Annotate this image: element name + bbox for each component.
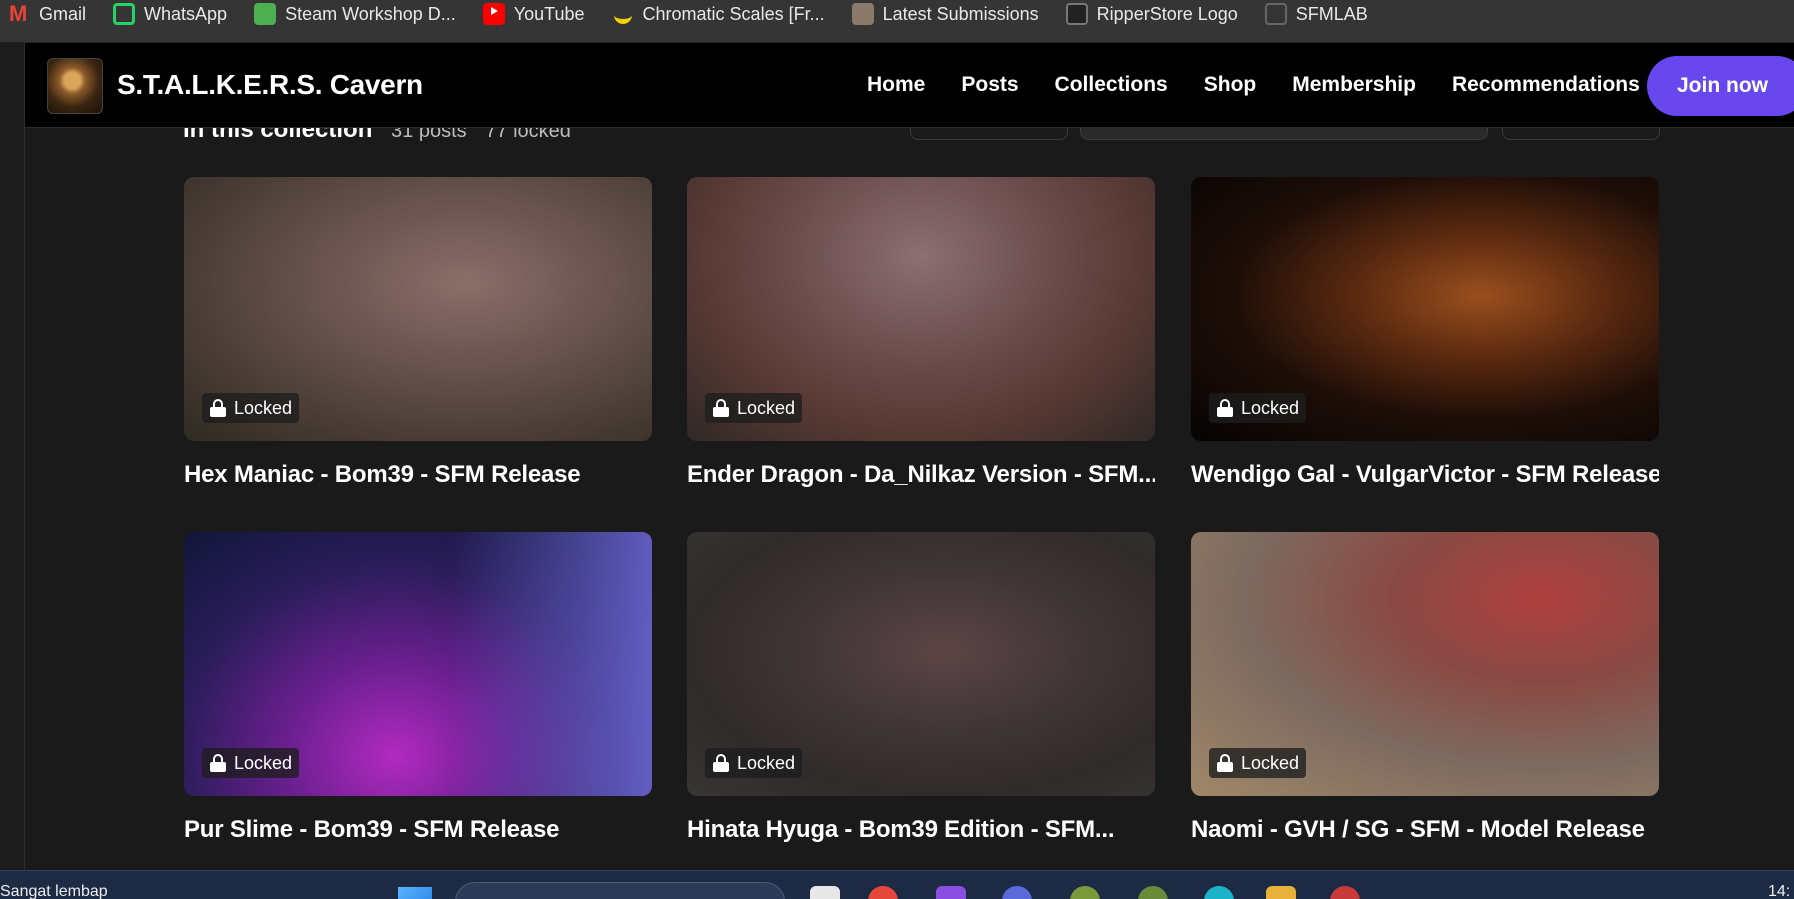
lock-icon [210,754,226,772]
youtube-icon [482,3,505,25]
site-logo[interactable] [47,58,103,114]
nav-collections[interactable]: Collections [1055,73,1168,97]
windows-taskbar: Sangat lembap 14: [0,870,1794,899]
post-thumbnail[interactable]: Locked [1191,532,1659,796]
taskbar-app-icon[interactable] [1138,886,1168,899]
taskbar-clock[interactable]: 14: [1768,883,1790,899]
nav-home[interactable]: Home [867,73,925,97]
file-explorer-icon[interactable] [1266,886,1296,899]
post-title[interactable]: Hex Maniac - Bom39 - SFM Release [184,461,652,489]
bookmark-label: WhatsApp [144,3,228,24]
locked-label: Locked [737,397,796,418]
steam-icon [254,3,277,25]
bookmark-youtube[interactable]: YouTube [482,3,585,25]
bookmark-label: Chromatic Scales [Fr... [642,3,825,24]
left-frame [0,43,25,870]
post-card[interactable]: Locked Hex Maniac - Bom39 - SFM Release [184,177,652,489]
locked-badge: Locked [1209,393,1307,423]
gmail-icon [8,1,30,27]
main-nav: Home Posts Collections Shop Membership R… [867,73,1676,97]
post-thumbnail[interactable]: Locked [687,177,1155,441]
sort-dropdown[interactable] [910,128,1068,140]
sfmlab-icon [1264,3,1287,25]
locked-badge: Locked [705,393,803,423]
lock-icon [713,754,729,772]
lock-icon [713,399,729,417]
locked-badge: Locked [202,748,300,778]
taskbar-app-icon[interactable] [1070,886,1100,899]
nav-shop[interactable]: Shop [1204,73,1257,97]
post-card[interactable]: Locked Wendigo Gal - VulgarVictor - SFM … [1191,177,1659,489]
windows-start-icon[interactable] [398,887,432,899]
post-title[interactable]: Naomi - GVH / SG - SFM - Model Release [1191,816,1659,844]
site-header: S.T.A.L.K.E.R.S. Cavern Home Posts Colle… [25,43,1794,128]
collection-posts-count: 31 posts [391,128,467,142]
bookmark-label: Steam Workshop D... [285,3,456,24]
bookmark-steam-workshop[interactable]: Steam Workshop D... [254,3,456,25]
post-thumbnail[interactable]: Locked [184,532,652,796]
nav-recommendations[interactable]: Recommendations [1452,73,1640,97]
lock-icon [1217,754,1233,772]
post-card[interactable]: Locked Hinata Hyuga - Bom39 Edition - SF… [687,532,1155,844]
lock-icon [210,399,226,417]
post-title[interactable]: Hinata Hyuga - Bom39 Edition - SFM... [687,816,1155,844]
join-now-button[interactable]: Join now [1647,56,1794,116]
banana-icon [612,3,634,25]
bookmark-label: SFMLAB [1295,3,1368,24]
bookmark-label: Gmail [39,3,87,24]
weather-widget[interactable]: Sangat lembap [0,883,108,899]
whatsapp-icon [113,3,136,25]
post-title[interactable]: Ender Dragon - Da_Nilkaz Version - SFM..… [687,461,1155,489]
locked-badge: Locked [1209,748,1307,778]
locked-label: Locked [737,752,796,773]
site-title[interactable]: S.T.A.L.K.E.R.S. Cavern [117,69,423,101]
locked-badge: Locked [705,748,803,778]
post-thumbnail[interactable]: Locked [687,532,1155,796]
bookmarks-bar: Gmail WhatsApp Steam Workshop D... YouTu… [0,0,1794,43]
edge-icon[interactable] [1204,886,1234,899]
collection-title: In this collection [183,128,373,143]
bookmark-whatsapp[interactable]: WhatsApp [113,3,227,25]
collection-locked-count: 77 locked [485,128,571,142]
locked-badge: Locked [202,393,300,423]
taskbar-app-icon[interactable] [1330,886,1360,899]
taskbar-app-icon[interactable] [936,886,966,899]
post-thumbnail[interactable]: Locked [184,177,652,441]
bookmark-label: Latest Submissions [882,3,1039,24]
locked-label: Locked [234,397,293,418]
collection-search-input[interactable] [1080,128,1488,140]
post-title[interactable]: Pur Slime - Bom39 - SFM Release [184,816,652,844]
bookmark-chromatic-scales[interactable]: Chromatic Scales [Fr... [612,3,825,25]
locked-label: Locked [234,752,293,773]
nav-membership[interactable]: Membership [1292,73,1416,97]
bookmark-label: YouTube [513,3,585,24]
bookmark-label: RipperStore Logo [1096,3,1238,24]
nav-posts[interactable]: Posts [961,73,1018,97]
lock-icon [1217,399,1233,417]
post-card[interactable]: Locked Ender Dragon - Da_Nilkaz Version … [687,177,1155,489]
chrome-icon[interactable] [868,886,898,899]
locked-label: Locked [1241,752,1300,773]
view-toggle[interactable] [1502,128,1660,140]
collection-content: In this collection 31 posts 77 locked Lo… [25,128,1794,870]
taskbar-search[interactable] [455,882,785,899]
post-title[interactable]: Wendigo Gal - VulgarVictor - SFM Release [1191,461,1659,489]
locked-label: Locked [1241,397,1300,418]
bookmark-latest-submissions[interactable]: Latest Submissions [851,3,1039,25]
bookmark-sfmlab[interactable]: SFMLAB [1264,3,1368,25]
palette-icon [851,3,874,25]
post-thumbnail[interactable]: Locked [1191,177,1659,441]
taskbar-app-icon[interactable] [1002,886,1032,899]
bookmark-gmail[interactable]: Gmail [8,1,87,27]
ripperstore-icon [1065,3,1088,25]
bookmark-ripperstore[interactable]: RipperStore Logo [1065,3,1238,25]
post-card[interactable]: Locked Naomi - GVH / SG - SFM - Model Re… [1191,532,1659,844]
post-card[interactable]: Locked Pur Slime - Bom39 - SFM Release [184,532,652,844]
collection-heading: In this collection 31 posts 77 locked [183,128,571,144]
taskbar-app-icon[interactable] [810,886,840,899]
